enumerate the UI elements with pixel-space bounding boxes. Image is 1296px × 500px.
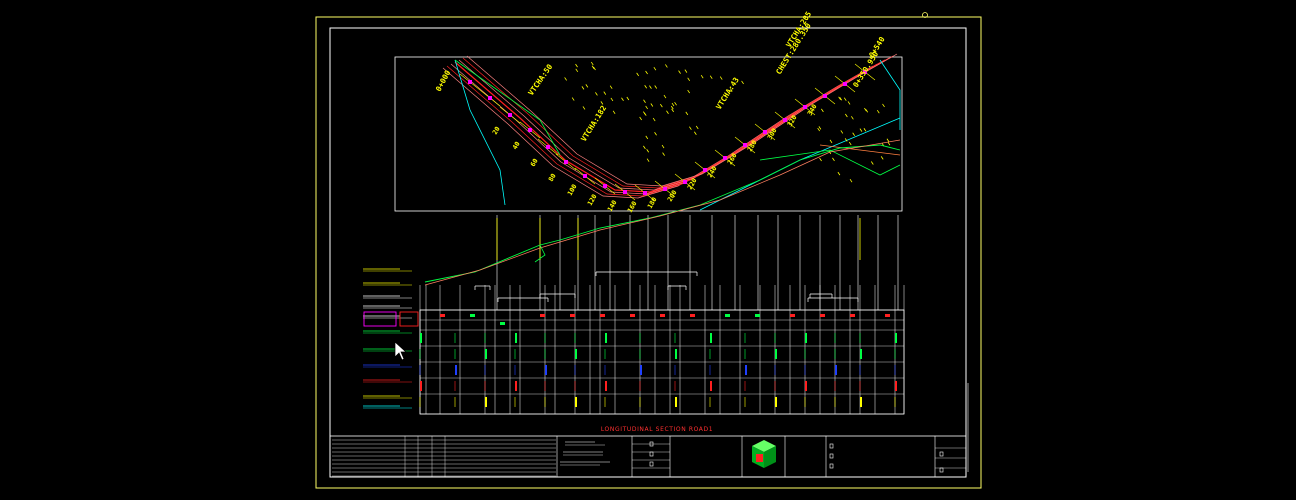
band-marker (755, 314, 760, 317)
band-value-mark (420, 333, 422, 343)
band-value-mark (485, 349, 487, 359)
band-marker (790, 314, 795, 317)
band-value-mark (895, 333, 897, 343)
drawing-title: LONGITUDINAL SECTION ROAD1 (601, 426, 713, 433)
band-marker (570, 314, 575, 317)
station-marker (488, 96, 492, 100)
band-marker (600, 314, 605, 317)
band-value-mark (710, 381, 712, 391)
band-value-mark (575, 397, 577, 407)
band-value-mark (710, 333, 712, 343)
band-value-mark (675, 397, 677, 407)
station-marker (468, 80, 472, 84)
band-value-mark (485, 397, 487, 407)
station-marker (583, 174, 587, 178)
station-marker (528, 128, 532, 132)
band-marker (820, 314, 825, 317)
station-marker (803, 105, 807, 109)
band-value-mark (775, 397, 777, 407)
band-marker (630, 314, 635, 317)
band-marker (725, 314, 730, 317)
band-value-mark (605, 333, 607, 343)
station-marker (564, 160, 568, 164)
band-value-mark (835, 365, 837, 375)
station-marker (643, 191, 647, 195)
band-value-mark (805, 381, 807, 391)
band-value-mark (805, 333, 807, 343)
band-value-mark (775, 349, 777, 359)
band-value-mark (420, 381, 422, 391)
band-value-mark (860, 397, 862, 407)
station-marker (546, 145, 550, 149)
band-marker (690, 314, 695, 317)
station-marker (508, 113, 512, 117)
station-marker (763, 130, 767, 134)
band-value-mark (605, 381, 607, 391)
band-value-mark (515, 333, 517, 343)
band-value-mark (575, 349, 577, 359)
band-value-mark (860, 349, 862, 359)
cad-model-viewport[interactable]: 0+000 VTCHA:50VTCHA:182VTCHA:43CHEST:280.… (0, 0, 1296, 500)
band-marker (850, 314, 855, 317)
band-marker (440, 314, 445, 317)
band-marker (885, 314, 890, 317)
band-value-mark (515, 381, 517, 391)
station-marker (823, 94, 827, 98)
band-value-mark (895, 381, 897, 391)
band-marker (470, 314, 475, 317)
band-value-mark (675, 349, 677, 359)
station-marker (683, 180, 687, 184)
band-value-mark (545, 365, 547, 375)
station-marker (623, 190, 627, 194)
band-marker (660, 314, 665, 317)
green-cube-logo-icon (752, 440, 776, 468)
station-marker (703, 168, 707, 172)
band-marker (500, 322, 505, 325)
station-marker (843, 82, 847, 86)
band-value-mark (455, 365, 457, 375)
station-marker (603, 184, 607, 188)
station-marker (663, 187, 667, 191)
band-value-mark (640, 365, 642, 375)
band-marker (540, 314, 545, 317)
band-value-mark (745, 365, 747, 375)
